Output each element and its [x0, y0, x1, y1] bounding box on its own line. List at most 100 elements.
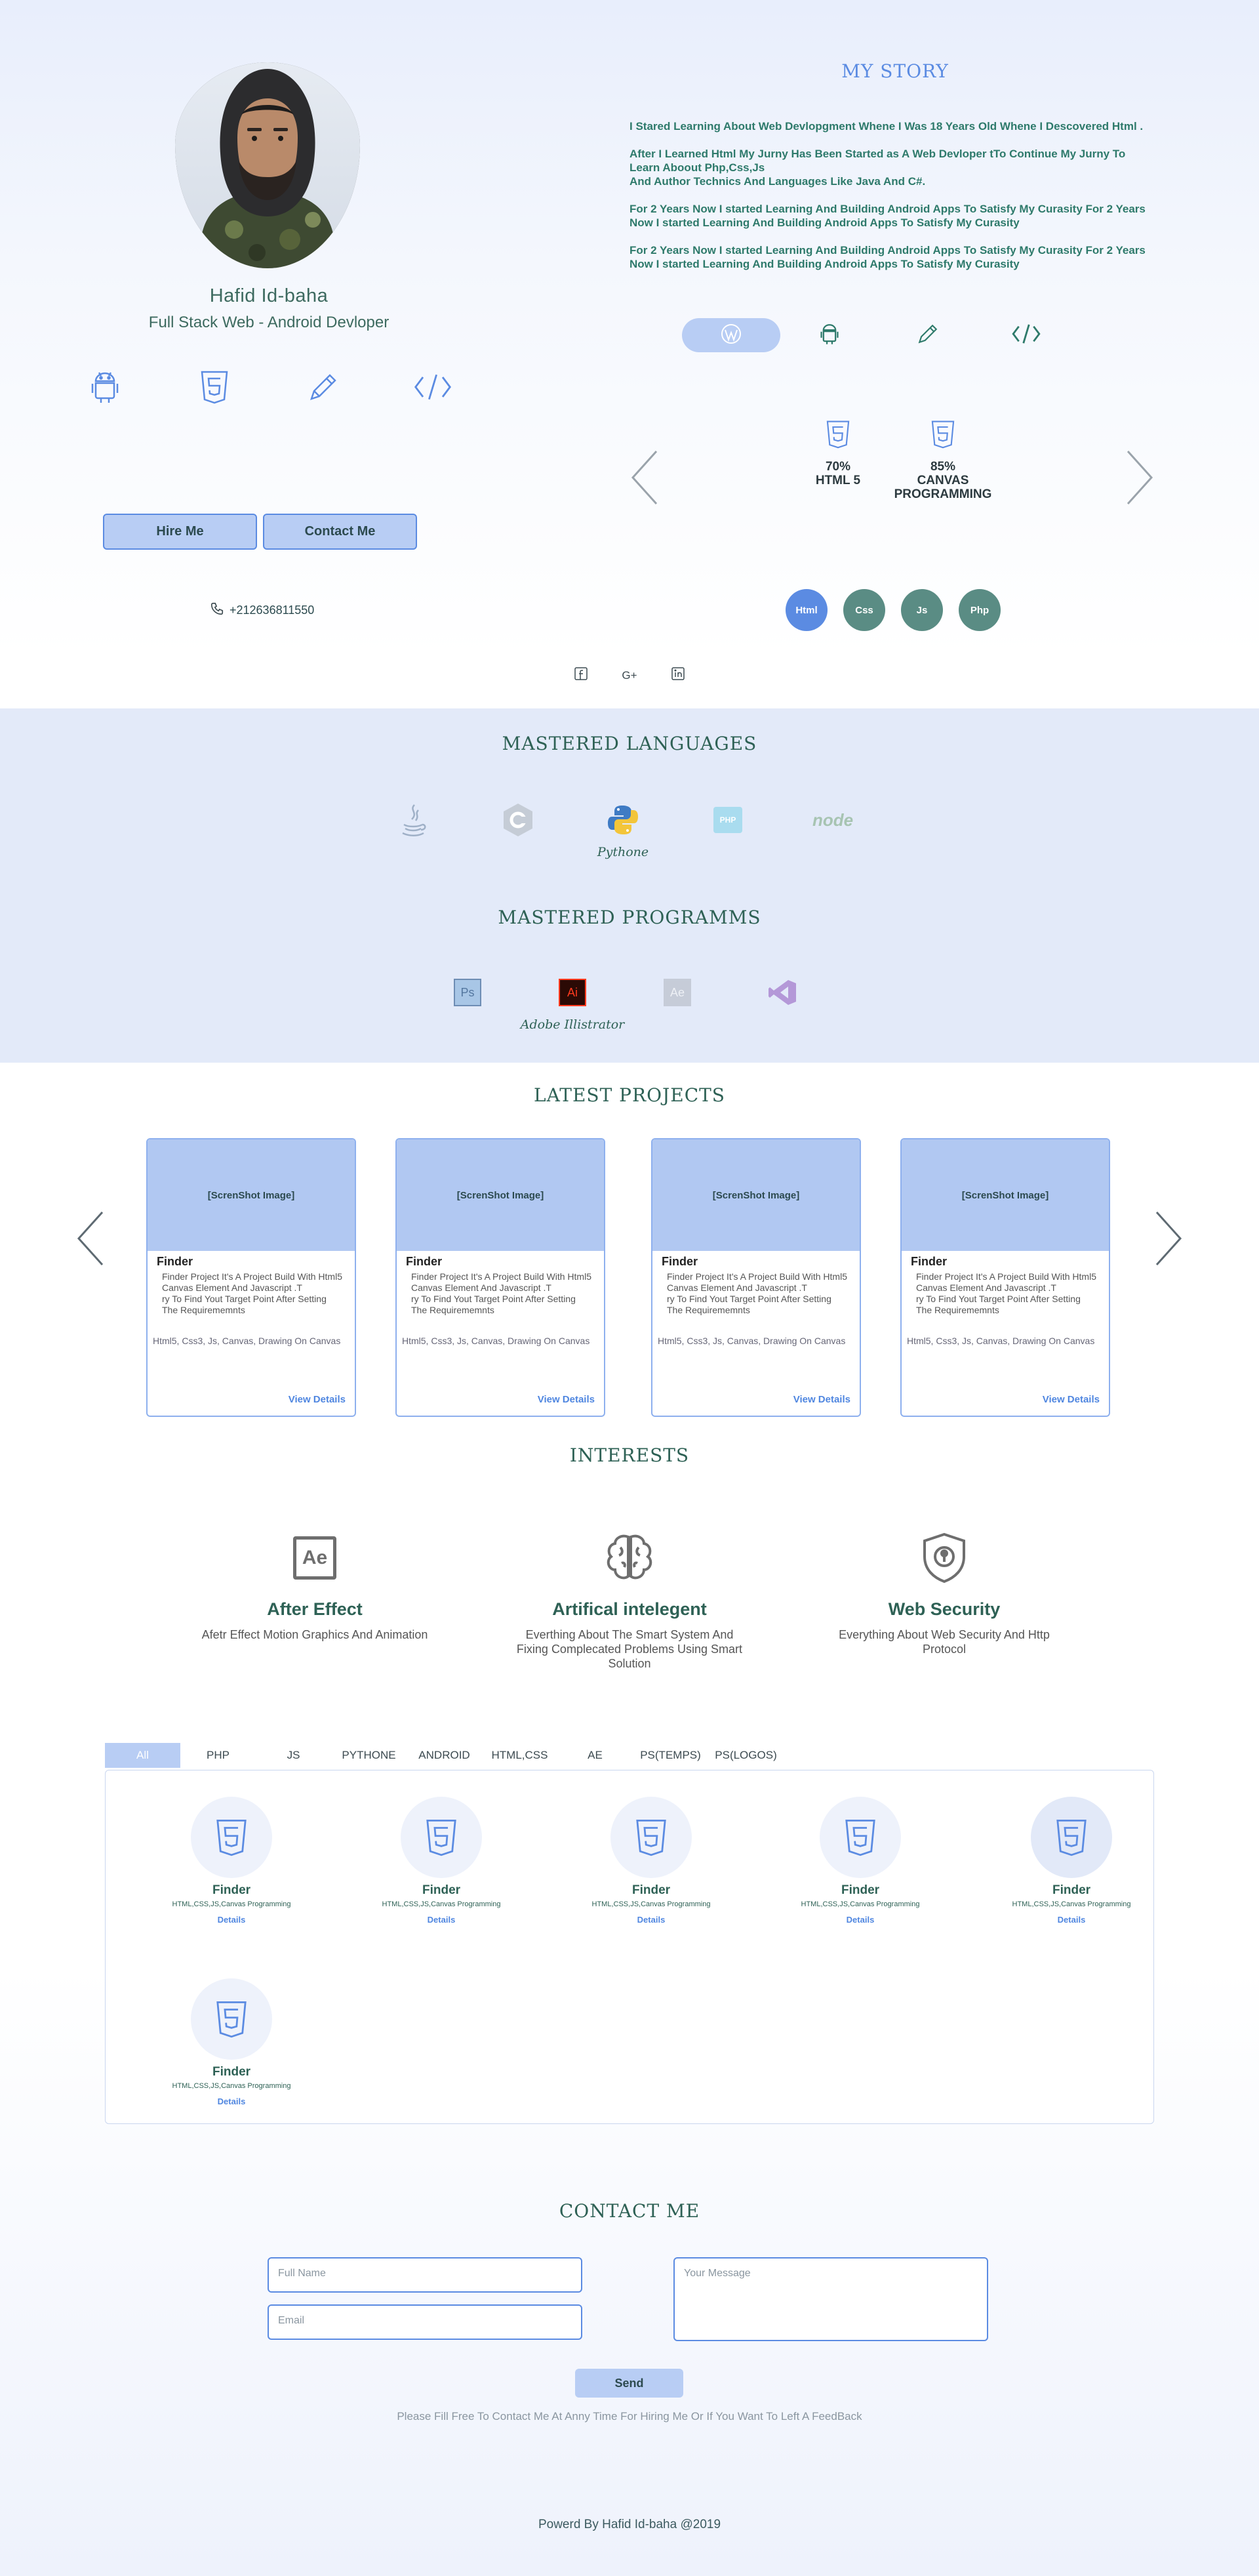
portfolio-item-title: Finder [212, 1883, 251, 1897]
filter-ps-logos[interactable]: PS(LOGOS) [708, 1743, 784, 1768]
html5-icon [195, 367, 234, 407]
portfolio-item[interactable]: Finder HTML,CSS,JS,Canvas Programming De… [778, 1797, 942, 1925]
interest-card: Ae After Effect Afetr Effect Motion Grap… [184, 1528, 446, 1642]
circle-php[interactable]: Php [959, 589, 1001, 631]
java-icon [361, 800, 466, 840]
next-project-arrow[interactable] [1149, 1207, 1188, 1273]
profile-role: Full Stack Web - Android Devloper [148, 314, 390, 331]
languages-title: MASTERED LANGUAGES [502, 733, 757, 754]
portfolio-item-title: Finder [422, 1883, 461, 1897]
facebook-icon[interactable] [574, 666, 588, 684]
project-description: Finder Project It's A Project Build With… [667, 1271, 847, 1315]
filter-ps-temps[interactable]: PS(TEMPS) [633, 1743, 708, 1768]
social-links: G+ [574, 666, 685, 684]
tab-design[interactable] [879, 318, 977, 352]
details-link[interactable]: Details [569, 1915, 733, 1925]
interest-description: Everthing About The Smart System And Fix… [516, 1628, 743, 1670]
interest-title: After Effect [267, 1599, 363, 1619]
ai-logo-text: Ai [559, 979, 586, 1006]
html5-icon [401, 1797, 482, 1878]
program-illustrator: Ai Adobe Illistrator [520, 973, 625, 1032]
tab-wordpress[interactable] [682, 318, 780, 352]
hero-section: Hafid Id-baha Full Stack Web - Android D… [0, 0, 1259, 708]
project-description: Finder Project It's A Project Build With… [411, 1271, 591, 1315]
interest-card: Artifical intelegent Everthing About The… [498, 1528, 761, 1671]
message-field[interactable]: Your Message [673, 2257, 988, 2341]
language-php: PHP [675, 800, 780, 845]
project-card[interactable]: [ScrenShot Image] Finder Finder Project … [146, 1138, 356, 1417]
view-details-link[interactable]: View Details [289, 1394, 346, 1405]
avatar [175, 62, 360, 268]
skill-name: HTML 5 [815, 474, 861, 487]
mastered-section: MASTERED LANGUAGES Pythone PHP node MAST… [0, 708, 1259, 1063]
details-link[interactable]: Details [150, 2096, 313, 2106]
portfolio-grid: Finder HTML,CSS,JS,Canvas Programming De… [105, 1770, 1154, 2124]
portfolio-item-tech: HTML,CSS,JS,Canvas Programming [801, 1900, 920, 1908]
html5-icon [191, 1978, 272, 2060]
filter-html-css[interactable]: HTML,CSS [482, 1743, 557, 1768]
filter-ae[interactable]: AE [557, 1743, 633, 1768]
circle-css[interactable]: Css [843, 589, 885, 631]
ps-logo-text: Ps [454, 979, 481, 1006]
details-link[interactable]: Details [150, 1915, 313, 1925]
program-after-effects: Ae [625, 973, 730, 1017]
filter-php[interactable]: PHP [180, 1743, 256, 1768]
send-button[interactable]: Send [575, 2369, 683, 2398]
html5-icon [782, 420, 894, 452]
linkedin-icon[interactable] [671, 666, 685, 684]
portfolio-item-tech: HTML,CSS,JS,Canvas Programming [382, 1900, 501, 1908]
portfolio-item[interactable]: Finder HTML,CSS,JS,Canvas Programming De… [150, 1797, 313, 1925]
filter-android[interactable]: ANDROID [407, 1743, 482, 1768]
skill-card: 85% CANVAS PROGRAMMING [887, 420, 999, 501]
details-link[interactable]: Details [989, 1915, 1153, 1925]
ae-logo-text: Ae [664, 979, 691, 1006]
tab-android[interactable] [780, 318, 879, 352]
project-screenshot: [ScrenShot Image] [397, 1139, 604, 1251]
details-link[interactable]: Details [359, 1915, 523, 1925]
project-card[interactable]: [ScrenShot Image] Finder Finder Project … [651, 1138, 861, 1417]
photoshop-icon: Ps [415, 973, 520, 1012]
phone-contact[interactable]: +212636811550 [210, 602, 314, 619]
view-details-link[interactable]: View Details [538, 1394, 595, 1405]
php-icon: PHP [675, 800, 780, 840]
hire-me-button[interactable]: Hire Me [103, 514, 257, 550]
projects-title: LATEST PROJECTS [534, 1084, 725, 1106]
portfolio-item[interactable]: Finder HTML,CSS,JS,Canvas Programming De… [150, 1978, 313, 2106]
filter-python[interactable]: PYTHONE [331, 1743, 407, 1768]
story-paragraph: After I Learned Html My Jurny Has Been S… [630, 148, 1126, 188]
project-description: Finder Project It's A Project Build With… [916, 1271, 1096, 1315]
prev-skill-arrow[interactable] [625, 446, 664, 512]
contact-me-button[interactable]: Contact Me [263, 514, 417, 550]
visual-studio-icon [730, 973, 835, 1012]
circle-html[interactable]: Html [786, 589, 828, 631]
view-details-link[interactable]: View Details [793, 1394, 850, 1405]
filter-all[interactable]: All [105, 1743, 180, 1768]
programs-title: MASTERED PROGRAMMS [498, 907, 761, 928]
portfolio-item[interactable]: Finder HTML,CSS,JS,Canvas Programming De… [569, 1797, 733, 1925]
project-title: Finder [157, 1255, 193, 1268]
language-csharp [466, 800, 570, 845]
illustrator-icon: Ai [520, 973, 625, 1012]
details-link[interactable]: Details [778, 1915, 942, 1925]
portfolio-item[interactable]: Finder HTML,CSS,JS,Canvas Programming De… [359, 1797, 523, 1925]
next-skill-arrow[interactable] [1120, 446, 1159, 512]
tab-code[interactable] [977, 318, 1075, 352]
circle-js[interactable]: Js [901, 589, 943, 631]
project-screenshot: [ScrenShot Image] [902, 1139, 1109, 1251]
fullname-field[interactable]: Full Name [268, 2257, 582, 2293]
language-nodejs: node [780, 800, 885, 845]
project-card[interactable]: [ScrenShot Image] Finder Finder Project … [395, 1138, 605, 1417]
nodejs-icon: node [780, 800, 885, 840]
filter-js[interactable]: JS [256, 1743, 331, 1768]
code-icon [413, 367, 452, 407]
prev-project-arrow[interactable] [71, 1207, 110, 1273]
footer-credit: Powerd By Hafid Id-baha @2019 [538, 2518, 721, 2531]
email-field[interactable]: Email [268, 2304, 582, 2340]
skill-percent: 70% [825, 460, 851, 474]
program-caption: Adobe Illistrator [520, 1017, 625, 1032]
view-details-link[interactable]: View Details [1043, 1394, 1100, 1405]
google-plus-icon[interactable]: G+ [622, 669, 637, 682]
story-text: I Stared Learning About Web Devlopgment … [630, 119, 1154, 285]
project-card[interactable]: [ScrenShot Image] Finder Finder Project … [900, 1138, 1110, 1417]
portfolio-item[interactable]: Finder HTML,CSS,JS,Canvas Programming De… [989, 1797, 1153, 1925]
